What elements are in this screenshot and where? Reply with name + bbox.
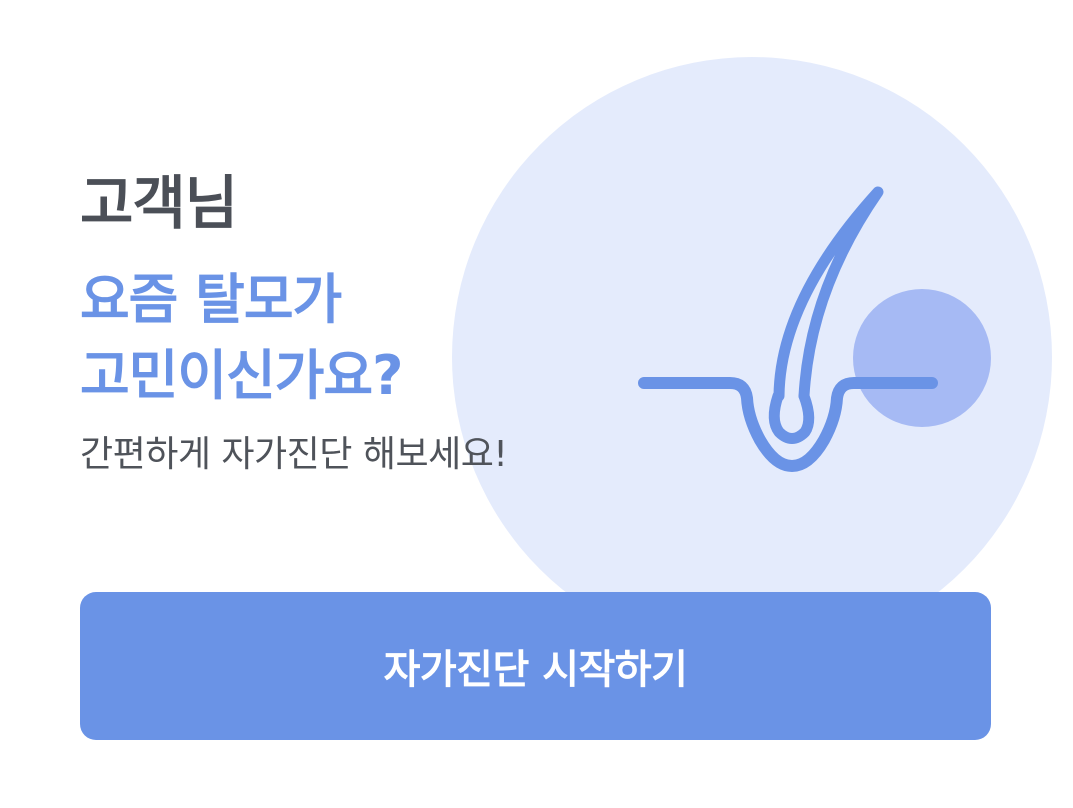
subtext: 간편하게 자가진단 해보세요!	[80, 434, 508, 475]
headline: 요즘 탈모가 고민이신가요?	[80, 262, 403, 414]
headline-line-1: 요즘 탈모가	[80, 268, 342, 331]
greeting-title: 고객님	[80, 169, 238, 237]
start-self-diagnosis-button[interactable]: 자가진단 시작하기	[80, 592, 991, 740]
headline-line-2: 고민이신가요?	[80, 344, 403, 407]
accent-dot	[853, 289, 991, 427]
hair-loss-promo-card: 고객님 요즘 탈모가 고민이신가요? 간편하게 자가진단 해보세요! 자가진단 …	[0, 0, 1073, 808]
